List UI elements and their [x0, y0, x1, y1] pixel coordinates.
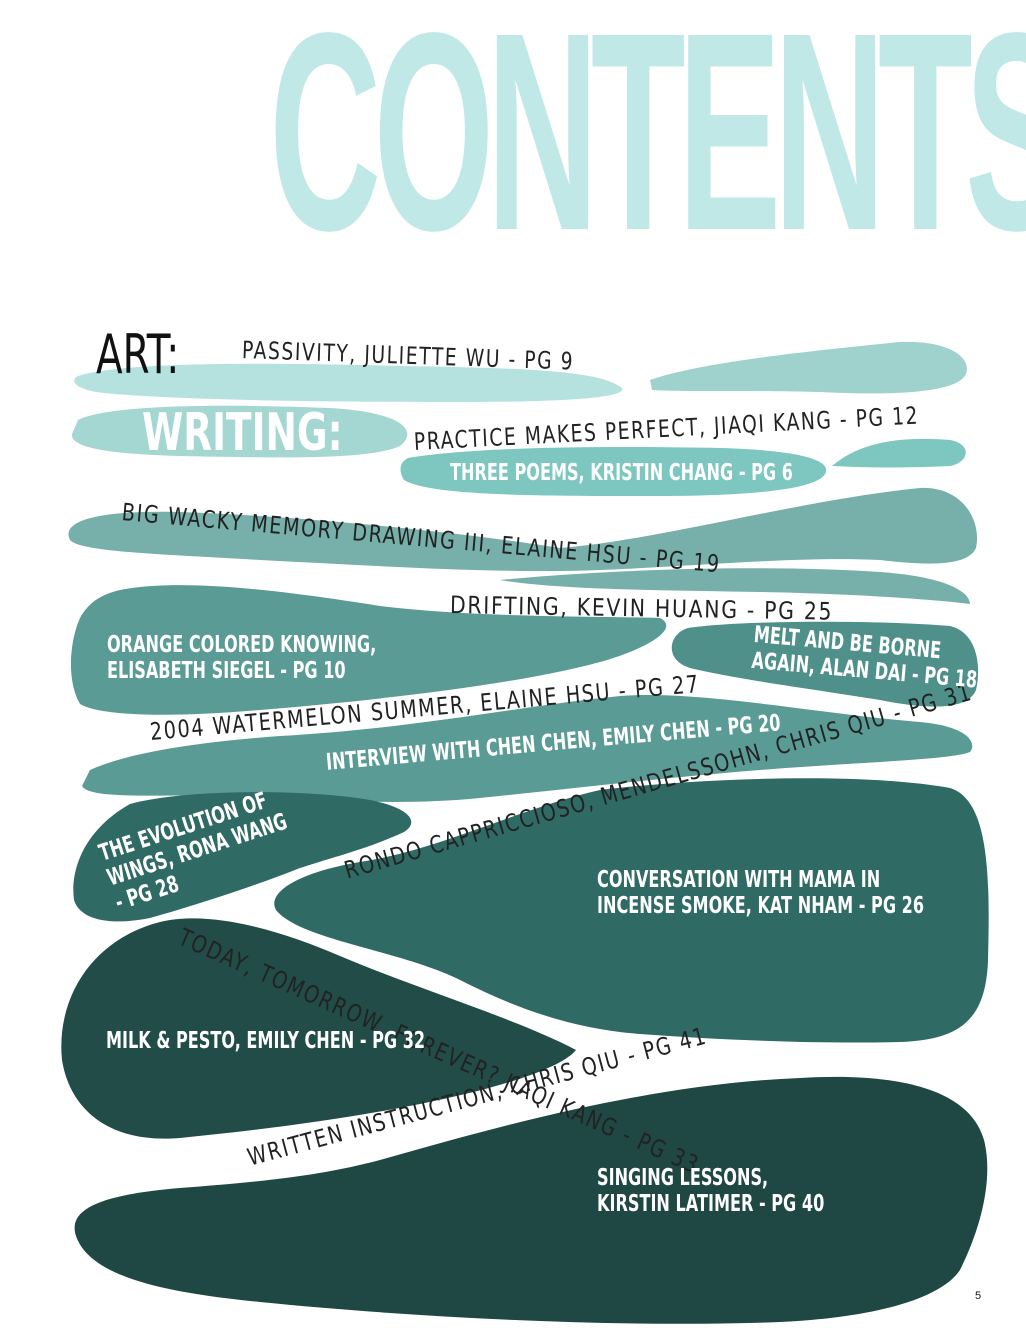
writing-item-three-poems[interactable]: THREE POEMS, KRISTIN CHANG - PG 6 — [450, 460, 793, 486]
writing-item-line: KIRSTIN LATIMER - PG 40 — [597, 1191, 825, 1217]
writing-item-line: ORANGE COLORED KNOWING, — [107, 632, 377, 658]
writing-item-milk-and-pesto[interactable]: MILK & PESTO, EMILY CHEN - PG 32 — [106, 1028, 425, 1054]
blob-art-right — [650, 341, 967, 394]
writing-item-singing-lessons[interactable]: SINGING LESSONS, KIRSTIN LATIMER - PG 40 — [597, 1165, 824, 1217]
writing-item-orange-colored-knowing[interactable]: ORANGE COLORED KNOWING, ELISABETH SIEGEL… — [107, 632, 376, 684]
writing-item-line: SINGING LESSONS, — [597, 1165, 769, 1191]
page-title: CONTENTS — [269, 0, 1026, 289]
page-number: 5 — [975, 1290, 982, 1302]
section-label-art: ART: — [96, 323, 180, 386]
writing-item-conversation-with-mama[interactable]: CONVERSATION WITH MAMA IN INCENSE SMOKE,… — [597, 867, 924, 919]
blob-right-small — [832, 438, 966, 468]
section-label-writing: WRITING: — [142, 403, 343, 463]
writing-item-line: INCENSE SMOKE, KAT NHAM - PG 26 — [597, 893, 925, 919]
writing-item-line: ELISABETH SIEGEL - PG 10 — [107, 658, 346, 684]
writing-item-line: CONVERSATION WITH MAMA IN — [597, 867, 881, 893]
